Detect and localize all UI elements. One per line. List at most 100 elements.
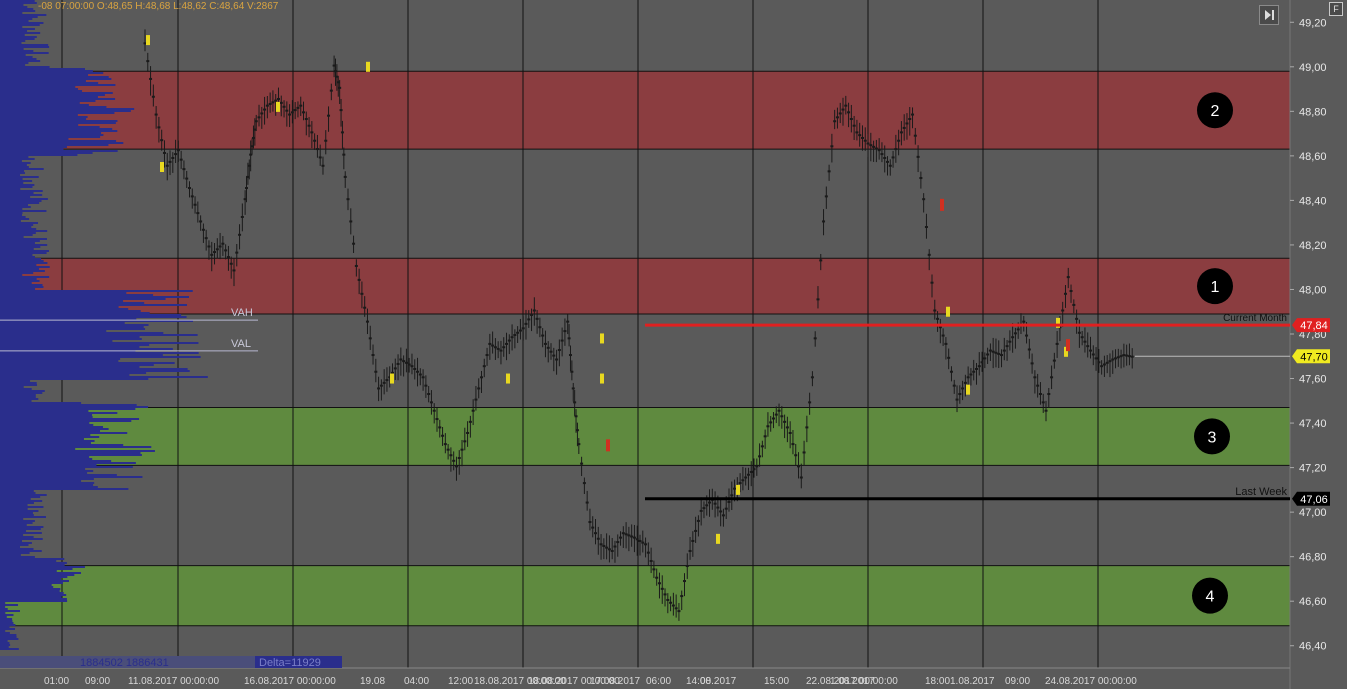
candle-body [841,108,845,111]
profile-bar [0,628,15,630]
candle-body [966,376,970,379]
candle-body [1050,376,1054,379]
profile-bar [0,324,149,326]
candle-body [1097,361,1101,364]
candle-body [663,593,667,596]
profile-bar [0,342,199,344]
profile-bar [0,6,28,8]
candle-body [527,318,531,321]
candle-body [630,535,634,538]
profile-bar [0,166,29,168]
profile-bar [0,284,43,286]
candle-body [635,538,639,541]
y-axis: 49,2049,0048,8048,6048,4048,2048,0047,80… [1290,0,1347,689]
profile-bar [0,362,175,364]
candle-body [368,337,372,340]
candle-body [833,120,837,123]
candle-body [563,330,567,333]
profile-bar [0,126,100,128]
y-tick-label: 49,20 [1299,17,1327,29]
candle-body [1094,357,1098,360]
profile-bar [0,582,63,584]
profile-bar [0,128,113,130]
profile-bar [0,46,50,48]
candle-body [891,156,895,159]
profile-bar [0,610,20,612]
profile-bar [0,218,30,220]
profile-bar [0,602,6,604]
profile-bar [0,278,37,280]
profile-bar [0,30,28,32]
candle-body [360,292,364,295]
candle-body [299,104,303,107]
candle-body [165,164,169,167]
candle-body [819,259,823,262]
profile-bar [0,636,17,638]
candle-body [680,595,684,598]
candle-body [691,539,695,542]
candle-body [567,337,571,340]
profile-bar [0,322,125,324]
candle-body [546,346,550,349]
candle-body [944,342,948,345]
candle-body [342,153,346,156]
candle-body [972,370,976,373]
candle-body [894,148,898,151]
profile-bar [0,356,201,358]
candle-body [329,89,333,92]
profile-bar [0,604,19,606]
candle-body [1033,376,1037,379]
candle-body [774,413,778,416]
candle-body [457,457,461,460]
candle-body [1102,363,1106,366]
profile-bar [0,298,166,300]
candle-body [963,381,967,384]
skip-to-end-button[interactable] [1259,5,1279,25]
candle-body [1044,409,1048,412]
profile-bar [0,448,76,450]
candle-body [799,476,803,479]
profile-bar [0,386,24,388]
candle-body [699,509,703,512]
candle-body [377,387,381,390]
profile-bar [0,34,25,36]
candle-body [866,142,870,145]
profile-bar [0,360,119,362]
profile-bar [0,594,67,596]
candle-body [557,349,561,352]
x-tick-label: 06:00 [646,676,671,687]
candle-body [855,131,859,134]
profile-bar [0,316,187,318]
profile-bar [0,624,16,626]
profile-bar [0,120,118,122]
profile-bar [0,264,37,266]
profile-bar [0,64,26,66]
profile-bar [0,80,86,82]
candle-body [927,253,931,256]
candle-body [794,454,798,457]
candle-body [980,361,984,364]
profile-bar [0,572,81,574]
candle-body [897,139,901,142]
profile-bar [0,578,62,580]
profile-bar [0,584,52,586]
profile-bar [0,242,35,244]
profile-bar [0,420,132,422]
profile-bar [0,266,50,268]
profile-bar [0,222,39,224]
profile-bar [0,558,65,560]
candle-body [716,506,720,509]
skip-to-end-icon [1265,10,1274,20]
candle-body [810,376,814,379]
profile-bar [0,346,140,348]
price-badge-text: 47,70 [1300,351,1328,363]
candle-body [493,346,497,349]
chart-menu-button[interactable]: F [1329,2,1343,16]
profile-bar [0,116,88,118]
candle-body [443,443,447,446]
profile-bar [0,450,155,452]
profile-bar [0,518,24,520]
price-chart[interactable]: VAH VAL 49,20 49,00 48,80 48,60 48,40 48,20 48,… [0,0,1347,689]
volume-cluster [946,306,950,317]
candle-body [429,401,433,404]
